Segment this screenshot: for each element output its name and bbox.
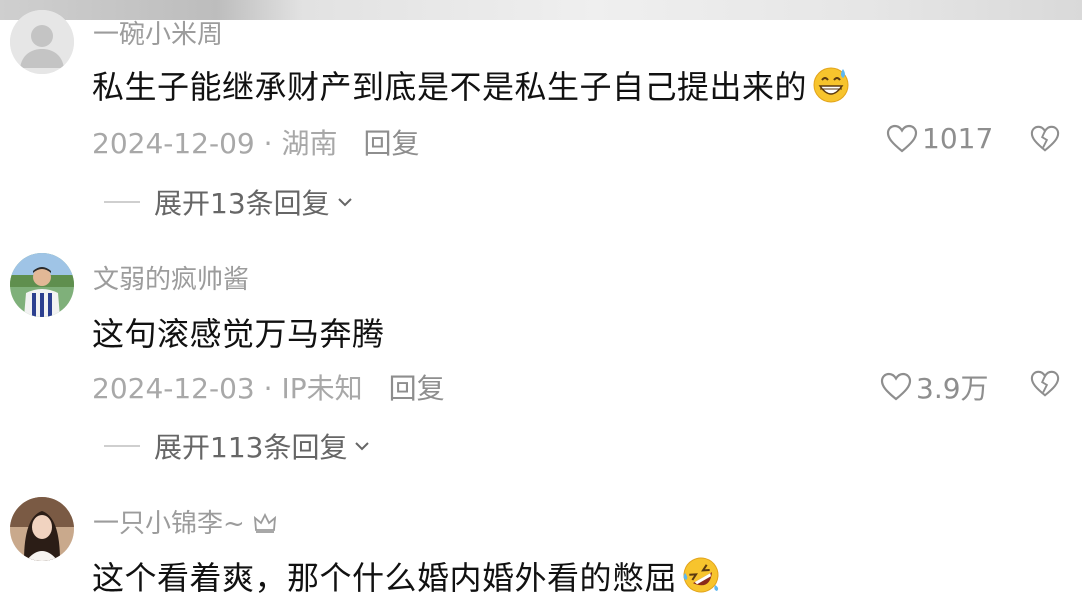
comment-username[interactable]: 一只小锦李~ xyxy=(93,503,277,540)
chevron-down-icon xyxy=(355,442,370,451)
comment-location: 湖南 xyxy=(281,127,338,160)
comment-username[interactable]: 一碗小米周 xyxy=(93,14,223,51)
comment-date: 2024-12-09 xyxy=(92,127,255,160)
expand-replies-label: 展开113条回复 xyxy=(154,431,348,464)
like-button[interactable]: 3.9万 xyxy=(880,367,989,407)
heart-icon xyxy=(880,372,912,401)
expand-replies-button[interactable]: 展开13条回复 xyxy=(104,182,354,222)
like-count: 1017 xyxy=(922,122,994,155)
comment-text: 这个看着爽，那个什么婚内婚外看的憋屈 xyxy=(92,553,721,599)
comment-text: 这句滚感觉万马奔腾 xyxy=(92,309,385,355)
reply-button[interactable]: 回复 xyxy=(389,372,445,405)
comment-text: 私生子能继承财产到底是不是私生子自己提出来的 xyxy=(92,62,851,108)
comment-text-body: 私生子能继承财产到底是不是私生子自己提出来的 xyxy=(92,68,808,106)
chevron-down-icon xyxy=(337,198,352,207)
dislike-icon[interactable] xyxy=(1030,124,1060,154)
comment-date: 2024-12-03 xyxy=(92,372,255,405)
comment-meta: 2024-12-09 · 湖南 回复 xyxy=(92,122,419,162)
grinning-sweat-emoji xyxy=(813,67,849,103)
expand-divider xyxy=(104,201,140,203)
expand-replies-label: 展开13条回复 xyxy=(154,187,330,220)
meta-separator: · xyxy=(254,372,282,405)
comment-text-body: 这个看着爽，那个什么婚内婚外看的憋屈 xyxy=(92,559,678,597)
reply-button[interactable]: 回复 xyxy=(363,127,419,160)
comment-meta: 2024-12-03 · IP未知 回复 xyxy=(92,367,445,407)
comment-text-body: 这句滚感觉万马奔腾 xyxy=(92,315,385,353)
meta-separator: · xyxy=(254,127,282,160)
expand-divider xyxy=(104,445,140,447)
heart-icon xyxy=(886,124,918,152)
like-count: 3.9万 xyxy=(916,372,989,405)
avatar[interactable] xyxy=(10,10,74,74)
photo-avatar-icon xyxy=(10,253,74,317)
rolling-laughing-emoji xyxy=(683,557,719,593)
crown-icon xyxy=(253,512,277,533)
photo-avatar-icon xyxy=(10,497,74,561)
like-button[interactable]: 1017 xyxy=(886,122,993,155)
comment-location: IP未知 xyxy=(281,372,363,405)
avatar[interactable] xyxy=(10,253,74,317)
dislike-icon[interactable] xyxy=(1030,369,1060,399)
avatar[interactable] xyxy=(10,497,74,561)
expand-replies-button[interactable]: 展开113条回复 xyxy=(104,426,371,466)
comment-username-text: 一只小锦李~ xyxy=(93,509,245,539)
default-avatar-icon xyxy=(10,10,74,74)
comment-username[interactable]: 文弱的疯帅酱 xyxy=(93,259,249,296)
